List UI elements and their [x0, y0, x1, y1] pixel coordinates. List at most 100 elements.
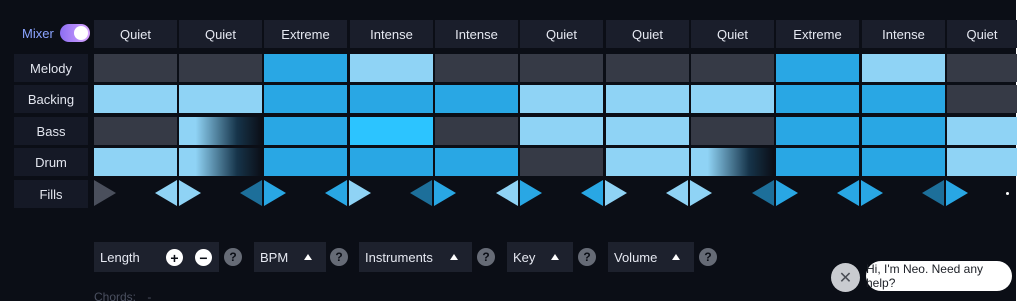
- section-header[interactable]: Quiet: [606, 20, 689, 48]
- chevron-up-icon: [672, 254, 680, 260]
- track-cell[interactable]: [179, 85, 262, 113]
- play-triangle-icon[interactable]: [776, 180, 798, 206]
- track-cell[interactable]: [862, 85, 945, 113]
- track-cell[interactable]: [264, 117, 347, 145]
- track-cell[interactable]: [776, 54, 859, 82]
- mixer-toggle[interactable]: [59, 24, 90, 42]
- track-cell[interactable]: [606, 117, 689, 145]
- track-cell[interactable]: [179, 54, 262, 82]
- track-cell[interactable]: [264, 148, 347, 176]
- play-triangle-icon[interactable]: [410, 180, 432, 206]
- track-cell[interactable]: [520, 117, 603, 145]
- track-cell[interactable]: [435, 148, 518, 176]
- volume-help-icon[interactable]: ?: [699, 248, 717, 266]
- track-cell[interactable]: [606, 54, 689, 82]
- track-cell[interactable]: [947, 85, 1017, 113]
- track-cell[interactable]: [94, 148, 177, 176]
- track-cell[interactable]: [350, 148, 433, 176]
- track-cell[interactable]: [94, 54, 177, 82]
- track-cell[interactable]: [947, 148, 1017, 176]
- track-cell[interactable]: [606, 85, 689, 113]
- track-cell[interactable]: [435, 54, 518, 82]
- bpm-help-icon[interactable]: ?: [330, 248, 348, 266]
- bpm-label: BPM: [260, 249, 289, 265]
- play-triangle-icon[interactable]: [861, 180, 883, 206]
- play-triangle-icon[interactable]: [581, 180, 603, 206]
- track-cell[interactable]: [776, 148, 859, 176]
- track-cell[interactable]: [435, 85, 518, 113]
- play-triangle-icon[interactable]: [179, 180, 201, 206]
- track-cell[interactable]: [350, 117, 433, 145]
- bpm-dropdown[interactable]: BPM: [254, 242, 326, 272]
- play-triangle-icon[interactable]: [240, 180, 262, 206]
- track-cell[interactable]: [947, 117, 1017, 145]
- section-header[interactable]: Intense: [862, 20, 945, 48]
- section-header[interactable]: Quiet: [947, 20, 1017, 48]
- chords-readout: Chords: -: [94, 290, 151, 301]
- play-triangle-icon[interactable]: [837, 180, 859, 206]
- track-cell[interactable]: [691, 85, 774, 113]
- mixer-control[interactable]: Mixer: [22, 24, 90, 42]
- play-triangle-icon[interactable]: [325, 180, 347, 206]
- track-cell[interactable]: [94, 117, 177, 145]
- instruments-dropdown[interactable]: Instruments: [359, 242, 472, 272]
- play-triangle-icon[interactable]: [946, 180, 968, 206]
- section-header[interactable]: Extreme: [776, 20, 859, 48]
- track-cell[interactable]: [691, 54, 774, 82]
- section-header[interactable]: Extreme: [264, 20, 347, 48]
- key-label: Key: [513, 249, 536, 265]
- track-cell[interactable]: [350, 85, 433, 113]
- close-chat-button[interactable]: ✕: [831, 263, 860, 292]
- section-header[interactable]: Quiet: [94, 20, 177, 48]
- track-cell[interactable]: [179, 117, 262, 145]
- track-cell[interactable]: [350, 54, 433, 82]
- track-cell[interactable]: [862, 117, 945, 145]
- minus-icon[interactable]: −: [195, 249, 212, 266]
- chat-bubble[interactable]: Hi, I'm Neo. Need any help?: [866, 261, 1012, 291]
- volume-label: Volume: [614, 249, 658, 265]
- section-header[interactable]: Quiet: [520, 20, 603, 48]
- key-help-icon[interactable]: ?: [578, 248, 596, 266]
- section-header[interactable]: Quiet: [179, 20, 262, 48]
- close-icon: ✕: [838, 269, 853, 287]
- track-cell[interactable]: [520, 148, 603, 176]
- track-cell[interactable]: [264, 85, 347, 113]
- track-cell[interactable]: [947, 54, 1017, 82]
- track-cell[interactable]: [862, 54, 945, 82]
- track-cell[interactable]: [606, 148, 689, 176]
- play-triangle-icon[interactable]: [496, 180, 518, 206]
- play-triangle-icon[interactable]: [349, 180, 371, 206]
- play-triangle-icon[interactable]: [690, 180, 712, 206]
- play-triangle-icon[interactable]: [922, 180, 944, 206]
- volume-dropdown[interactable]: Volume: [608, 242, 694, 272]
- track-cell[interactable]: [520, 85, 603, 113]
- track-cell[interactable]: [776, 85, 859, 113]
- section-header[interactable]: Intense: [350, 20, 433, 48]
- row-label-backing: Backing: [14, 85, 88, 113]
- track-cell[interactable]: [520, 54, 603, 82]
- track-cell[interactable]: [179, 148, 262, 176]
- instruments-help-icon[interactable]: ?: [477, 248, 495, 266]
- section-header[interactable]: Intense: [435, 20, 518, 48]
- play-triangle-icon[interactable]: [155, 180, 177, 206]
- key-dropdown[interactable]: Key: [507, 242, 573, 272]
- play-triangle-icon[interactable]: [94, 180, 116, 206]
- section-header[interactable]: Quiet: [691, 20, 774, 48]
- length-help-icon[interactable]: ?: [224, 248, 242, 266]
- help-glyph: ?: [335, 250, 343, 264]
- play-triangle-icon[interactable]: [264, 180, 286, 206]
- track-cell[interactable]: [862, 148, 945, 176]
- chords-label: Chords:: [94, 290, 137, 301]
- play-triangle-icon[interactable]: [520, 180, 542, 206]
- play-triangle-icon[interactable]: [752, 180, 774, 206]
- plus-icon[interactable]: +: [166, 249, 183, 266]
- track-cell[interactable]: [691, 117, 774, 145]
- play-triangle-icon[interactable]: [434, 180, 456, 206]
- track-cell[interactable]: [776, 117, 859, 145]
- track-cell[interactable]: [435, 117, 518, 145]
- play-triangle-icon[interactable]: [666, 180, 688, 206]
- track-cell[interactable]: [691, 148, 774, 176]
- play-triangle-icon[interactable]: [605, 180, 627, 206]
- track-cell[interactable]: [94, 85, 177, 113]
- track-cell[interactable]: [264, 54, 347, 82]
